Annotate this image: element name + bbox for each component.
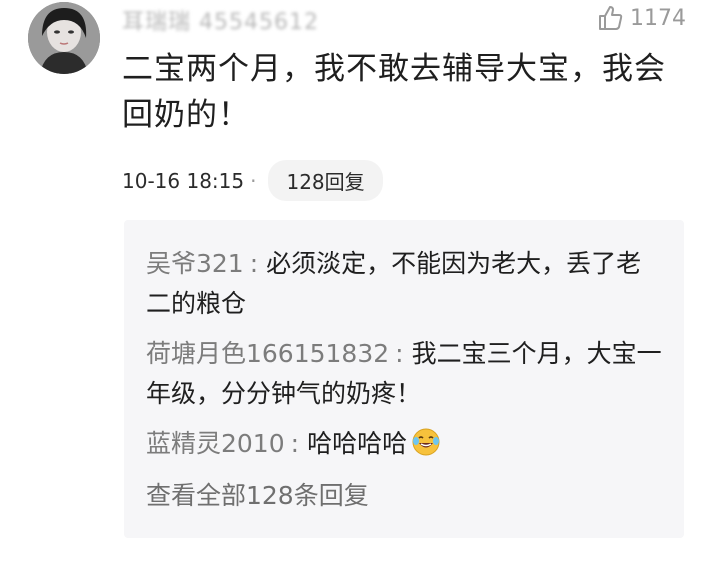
like-button[interactable]: 1174: [596, 4, 686, 32]
reply-colon: :: [290, 429, 300, 458]
reply-item[interactable]: 吴爷321: 必须淡定，不能因为老大，丢了老二的粮仓: [146, 244, 666, 324]
avatar-portrait: [28, 2, 100, 74]
like-count: 1174: [630, 5, 686, 31]
timestamp: 10-16 18:15: [122, 168, 245, 193]
reply-item[interactable]: 蓝精灵2010: 哈哈哈哈: [146, 424, 666, 464]
username[interactable]: 耳瑞瑞 45545612: [122, 4, 319, 36]
reply-list: 吴爷321: 必须淡定，不能因为老大，丢了老二的粮仓 荷塘月色166151832:…: [124, 220, 684, 538]
laughing-crying-emoji-icon: [411, 427, 441, 457]
reply-colon: :: [249, 249, 259, 278]
reply-username[interactable]: 蓝精灵2010: [146, 429, 285, 458]
comment-card: 耳瑞瑞 45545612 1174 二宝两个月，我不敢去辅导大宝，我会回奶的！ …: [0, 0, 720, 578]
reply-colon: :: [395, 339, 404, 368]
comment-meta: 10-16 18:15 · 128回复: [122, 160, 383, 201]
separator-dot: ·: [250, 168, 257, 193]
comment-text: 二宝两个月，我不敢去辅导大宝，我会回奶的！: [122, 51, 666, 133]
reply-item[interactable]: 荷塘月色166151832: 我二宝三个月，大宝一年级，分分钟气的奶疼！: [146, 334, 666, 414]
reply-count-button[interactable]: 128回复: [268, 160, 383, 201]
thumbs-up-icon: [596, 4, 624, 32]
avatar[interactable]: [28, 2, 100, 74]
reply-username[interactable]: 荷塘月色166151832: [146, 339, 389, 368]
reply-username[interactable]: 吴爷321: [146, 249, 244, 278]
reply-text: 哈哈哈哈: [307, 429, 408, 458]
view-all-replies-link[interactable]: 查看全部128条回复: [146, 476, 369, 516]
